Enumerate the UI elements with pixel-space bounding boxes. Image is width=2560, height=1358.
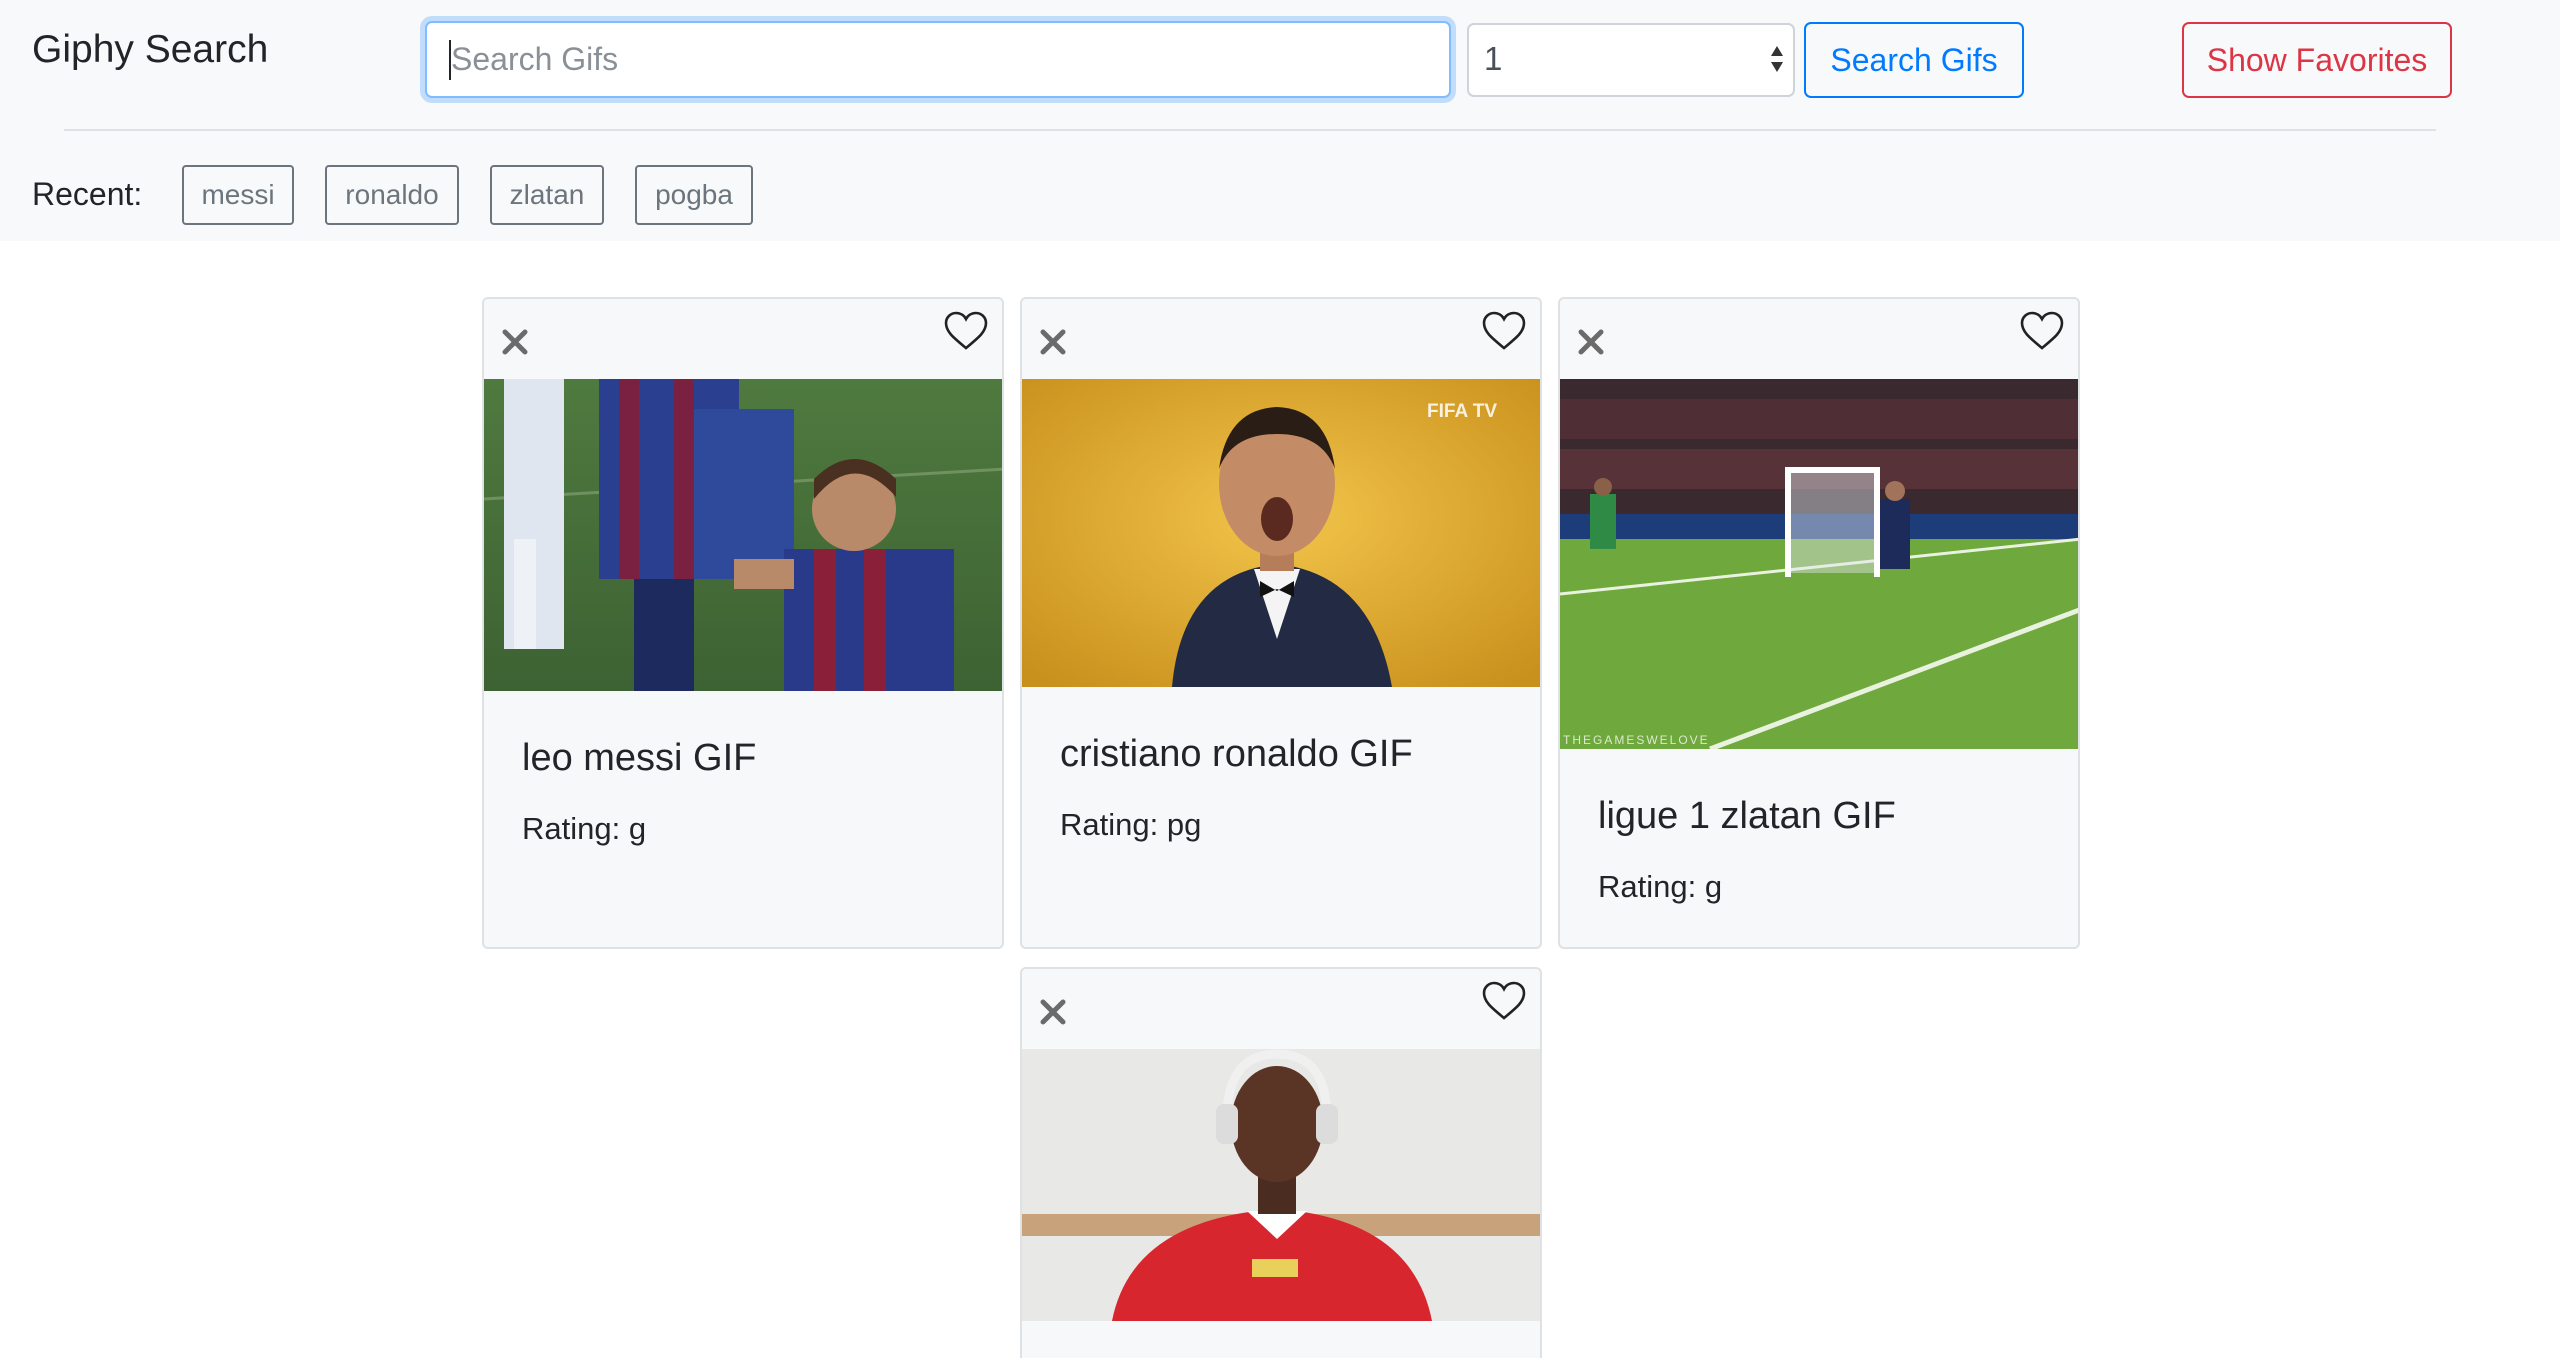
gif-rating: Rating: g xyxy=(1598,869,1723,904)
gif-title: ligue 1 zlatan GIF xyxy=(1598,795,1896,837)
gif-card xyxy=(1020,967,1542,1358)
search-input[interactable] xyxy=(425,21,1451,98)
heart-outline-icon[interactable] xyxy=(1482,981,1526,1021)
recent-search-pogba[interactable]: pogba xyxy=(635,165,753,225)
stepper-arrows-icon[interactable] xyxy=(1770,42,1784,76)
top-bar: Giphy Search 1 Search Gifs Show Favorite… xyxy=(0,0,2560,241)
recent-search-messi[interactable]: messi xyxy=(182,165,294,225)
gif-card: FIFA TV cristiano ronaldo GIF Rating: pg xyxy=(1020,297,1542,949)
close-icon[interactable] xyxy=(498,325,532,359)
app-title: Giphy Search xyxy=(32,28,269,71)
recent-search-zlatan[interactable]: zlatan xyxy=(490,165,604,225)
gif-card: THEGAMESWELOVE ligue 1 zlatan GIF Rating… xyxy=(1558,297,2080,949)
recent-label: Recent: xyxy=(32,176,143,212)
result-count-value: 1 xyxy=(1484,40,1503,77)
heart-outline-icon[interactable] xyxy=(1482,311,1526,351)
gif-image[interactable] xyxy=(1022,1049,1540,1321)
gif-title: cristiano ronaldo GIF xyxy=(1060,733,1413,775)
gif-card: leo messi GIF Rating: g xyxy=(482,297,1004,949)
search-gifs-button[interactable]: Search Gifs xyxy=(1804,22,2024,98)
close-icon[interactable] xyxy=(1574,325,1608,359)
card-header xyxy=(1022,969,1540,1049)
recent-search-ronaldo[interactable]: ronaldo xyxy=(325,165,459,225)
show-favorites-button[interactable]: Show Favorites xyxy=(2182,22,2452,98)
header-divider xyxy=(64,129,2436,131)
close-icon[interactable] xyxy=(1036,325,1070,359)
watermark-text: THEGAMESWELOVE xyxy=(1563,733,1710,747)
card-header xyxy=(484,299,1002,379)
gif-title: leo messi GIF xyxy=(522,737,757,779)
close-icon[interactable] xyxy=(1036,995,1070,1029)
heart-outline-icon[interactable] xyxy=(2020,311,2064,351)
watermark-text: FIFA TV xyxy=(1427,401,1497,422)
gif-image[interactable]: FIFA TV xyxy=(1022,379,1540,687)
card-header xyxy=(1560,299,2078,379)
text-cursor xyxy=(449,40,451,80)
gif-rating: Rating: g xyxy=(522,811,647,846)
heart-outline-icon[interactable] xyxy=(944,311,988,351)
gif-image[interactable] xyxy=(484,379,1002,691)
result-count-select[interactable] xyxy=(1467,23,1795,97)
card-header xyxy=(1022,299,1540,379)
gif-rating: Rating: pg xyxy=(1060,807,1202,842)
gif-image[interactable]: THEGAMESWELOVE xyxy=(1560,379,2078,749)
